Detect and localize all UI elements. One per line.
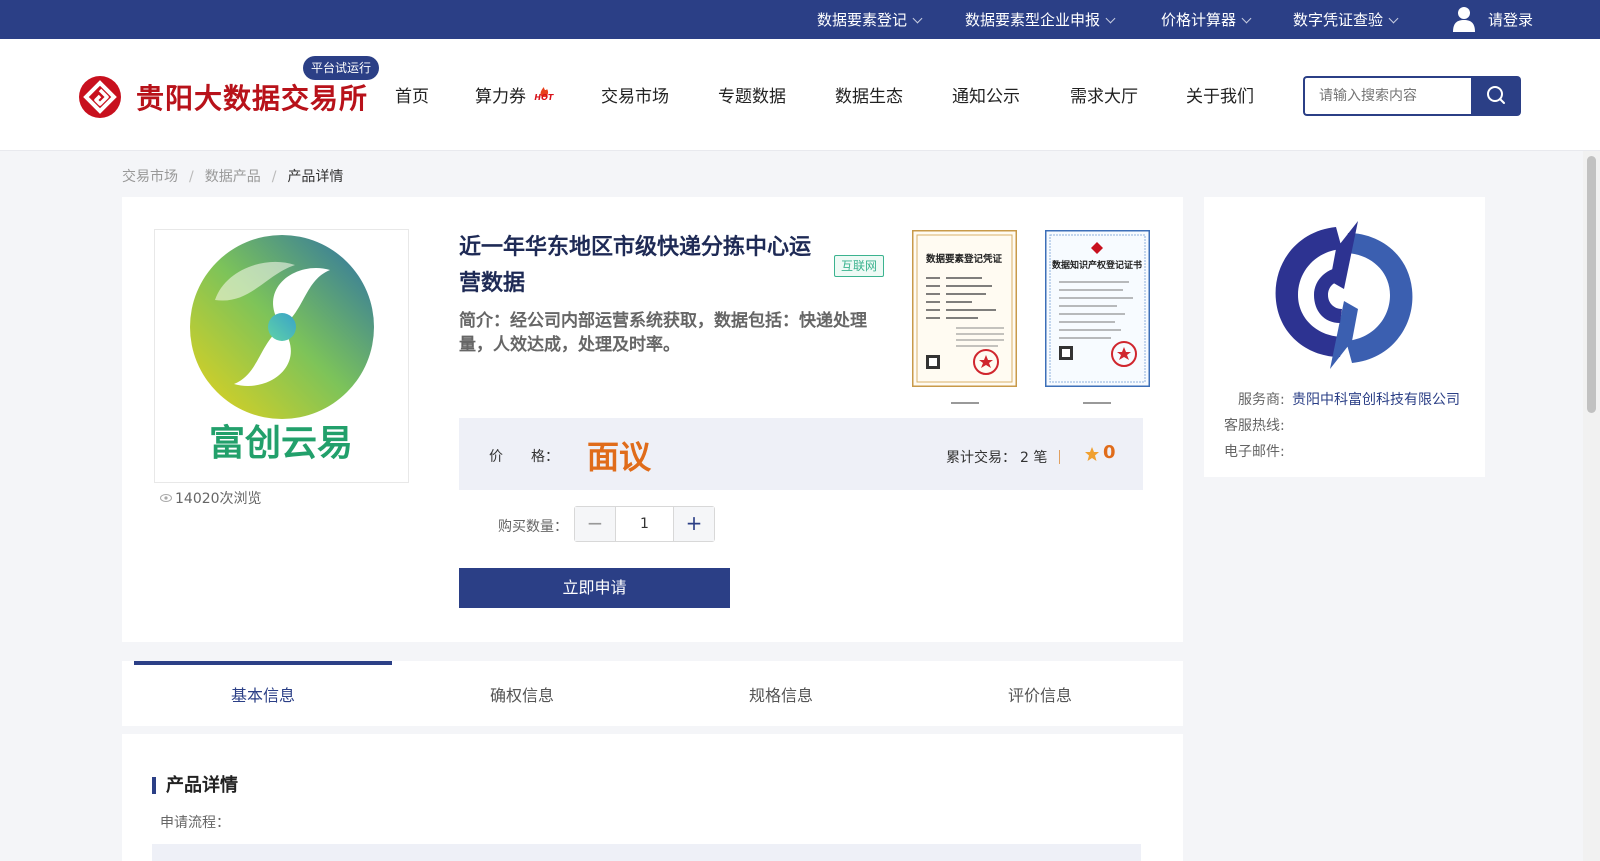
fuchuang-logo-icon: 富创云易 bbox=[190, 235, 374, 464]
star-icon bbox=[1085, 447, 1099, 461]
login-link[interactable]: 请登录 bbox=[1488, 0, 1533, 39]
breadcrumb-market[interactable]: 交易市场 bbox=[122, 169, 178, 185]
topnav-price-calculator[interactable]: 价格计算器 bbox=[1161, 0, 1252, 39]
product-intro: 简介：经公司内部运营系统获取，数据包括：快递处理量，人效达成，处理及时率。 bbox=[459, 311, 867, 355]
nav-label: 算力券 bbox=[475, 87, 526, 107]
view-count: 14020次浏览 bbox=[160, 488, 262, 508]
chevron-down-icon bbox=[912, 13, 923, 23]
nav-topic-data[interactable]: 专题数据 bbox=[718, 82, 786, 107]
price-label: 价 格： bbox=[489, 449, 559, 465]
hot-icon: HOT bbox=[533, 84, 557, 104]
trial-badge: 平台试运行 bbox=[303, 56, 380, 80]
trades-value: 2 笔 bbox=[1020, 450, 1048, 466]
scrollbar-thumb[interactable] bbox=[1587, 156, 1596, 413]
ip-registration-certificate[interactable]: 数据知识产权登记证书 bbox=[1044, 229, 1151, 388]
nav-notices[interactable]: 通知公示 bbox=[952, 82, 1020, 107]
breadcrumb: 交易市场 / 数据产品 / 产品详情 bbox=[122, 166, 343, 186]
topnav-label: 数据要素登记 bbox=[817, 11, 908, 29]
price-panel: 价 格： 面议 累计交易： 2 笔 0 bbox=[459, 418, 1143, 490]
exchange-logo-icon[interactable] bbox=[79, 76, 121, 118]
nav-compute-voucher[interactable]: 算力券 HOT bbox=[475, 82, 557, 107]
trades-label: 累计交易： bbox=[946, 450, 1016, 466]
view-count-text: 14020次浏览 bbox=[175, 491, 262, 507]
chevron-down-icon bbox=[1105, 13, 1116, 23]
apply-now-button[interactable]: 立即申请 bbox=[459, 568, 730, 608]
nav-data-ecosystem[interactable]: 数据生态 bbox=[835, 82, 903, 107]
quantity-label: 购买数量： bbox=[498, 519, 568, 535]
tab-spec-info[interactable]: 规格信息 bbox=[652, 661, 910, 723]
section-accent-bar bbox=[152, 777, 156, 794]
topnav-data-registration[interactable]: 数据要素登记 bbox=[817, 0, 923, 39]
service-label: 服务商: bbox=[1238, 392, 1285, 408]
tab-rights-info[interactable]: 确权信息 bbox=[393, 661, 651, 723]
topnav-label: 数据要素型企业申报 bbox=[965, 11, 1101, 29]
topnav-certificate-check[interactable]: 数字凭证查验 bbox=[1293, 0, 1399, 39]
hot-label: HOT bbox=[534, 93, 554, 102]
hotline-label: 客服热线: bbox=[1224, 418, 1285, 434]
nav-about-us[interactable]: 关于我们 bbox=[1186, 82, 1254, 107]
product-title: 近一年华东地区市级快递分拣中心运营数据 bbox=[459, 235, 812, 296]
eye-icon bbox=[160, 494, 172, 502]
increase-button[interactable]: + bbox=[674, 507, 714, 541]
topnav-label: 价格计算器 bbox=[1161, 11, 1237, 29]
tab-review-info[interactable]: 评价信息 bbox=[911, 661, 1169, 723]
nav-home[interactable]: 首页 bbox=[395, 82, 429, 107]
svg-text:数据知识产权登记证书: 数据知识产权登记证书 bbox=[1052, 259, 1142, 271]
provider-name-link[interactable]: 贵阳中科富创科技有限公司 bbox=[1292, 389, 1460, 409]
data-element-certificate[interactable]: 数据要素登记凭证 bbox=[911, 229, 1018, 388]
quantity-value[interactable]: 1 bbox=[615, 507, 674, 541]
topnav-enterprise-declaration[interactable]: 数据要素型企业申报 bbox=[965, 0, 1116, 39]
divider bbox=[1059, 450, 1060, 464]
breadcrumb-separator: / bbox=[271, 169, 277, 185]
category-tag: 互联网 bbox=[834, 255, 885, 277]
provider-logo-icon bbox=[1275, 221, 1413, 369]
email-label: 电子邮件: bbox=[1224, 444, 1285, 460]
svg-text:数据要素登记凭证: 数据要素登记凭证 bbox=[925, 253, 1003, 265]
process-panel bbox=[152, 844, 1141, 861]
nav-demand-hall[interactable]: 需求大厅 bbox=[1070, 82, 1138, 107]
decrease-button[interactable]: − bbox=[575, 507, 615, 541]
breadcrumb-separator: / bbox=[189, 169, 194, 185]
price-value: 面议 bbox=[587, 438, 652, 476]
logo-text[interactable]: 贵阳大数据交易所 bbox=[136, 77, 368, 117]
tab-basic-info[interactable]: 基本信息 bbox=[134, 661, 392, 723]
search-button[interactable] bbox=[1471, 76, 1521, 116]
chevron-down-icon bbox=[1241, 13, 1252, 23]
user-icon[interactable] bbox=[1453, 6, 1475, 32]
search-icon bbox=[1487, 86, 1505, 104]
search-input[interactable] bbox=[1303, 76, 1471, 116]
breadcrumb-current: 产品详情 bbox=[287, 169, 344, 185]
nav-trading-market[interactable]: 交易市场 bbox=[601, 82, 669, 107]
breadcrumb-data-products[interactable]: 数据产品 bbox=[205, 169, 261, 185]
topnav-label: 数字凭证查验 bbox=[1293, 11, 1384, 29]
rating-value: 0 bbox=[1103, 442, 1116, 463]
quantity-stepper[interactable]: − 1 + bbox=[574, 506, 715, 542]
chevron-down-icon bbox=[1388, 13, 1399, 23]
certificate-indicator bbox=[1083, 402, 1111, 404]
login-label: 请登录 bbox=[1488, 11, 1534, 29]
section-title: 产品详情 bbox=[166, 775, 238, 796]
svg-text:富创云易: 富创云易 bbox=[209, 422, 353, 464]
certificate-indicator bbox=[951, 402, 979, 404]
product-logo: 富创云易 bbox=[154, 229, 409, 483]
detail-card bbox=[122, 734, 1183, 861]
apply-process-label: 申请流程： bbox=[160, 815, 230, 831]
